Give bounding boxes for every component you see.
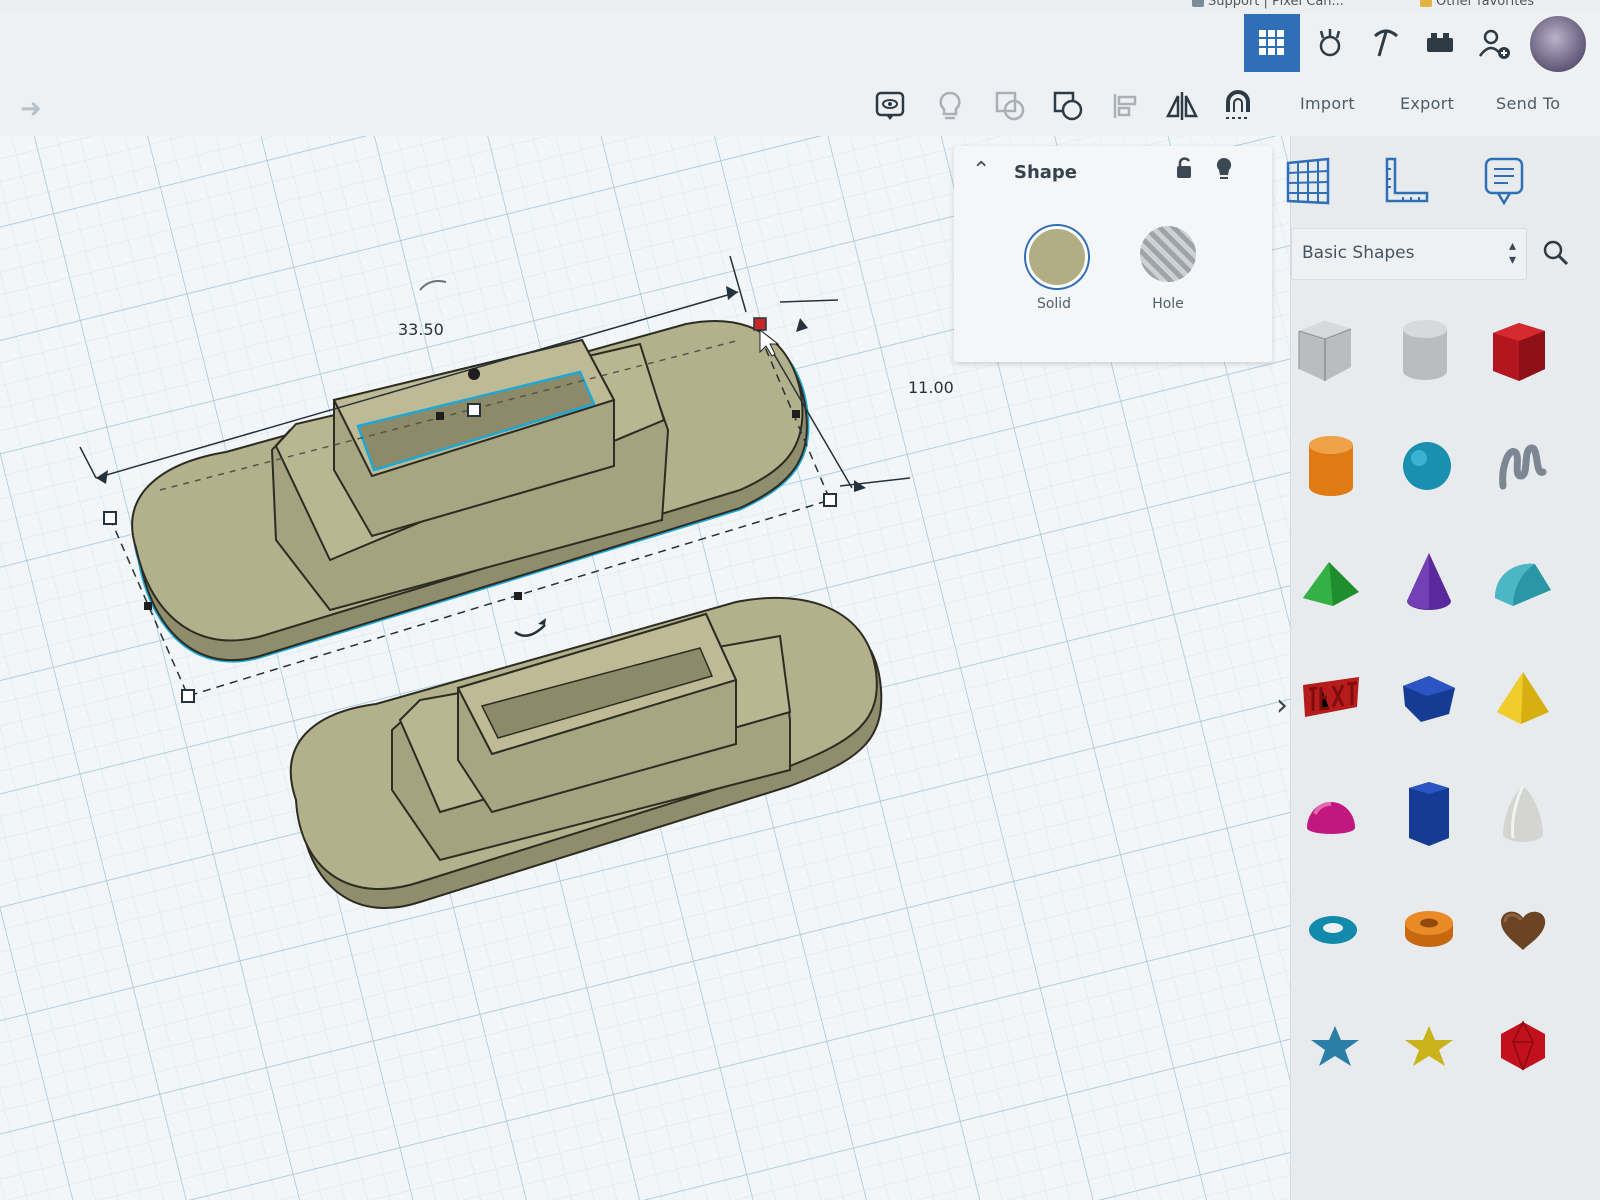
half-cylinder-shape[interactable]	[1387, 656, 1471, 740]
width-dimension-label[interactable]: 11.00	[908, 378, 954, 397]
solid-color-swatch[interactable]	[1026, 226, 1088, 288]
send-to-button[interactable]: Send To	[1496, 94, 1560, 113]
shape-library-select[interactable]: Basic Shapes ▴ ▾	[1291, 228, 1527, 280]
export-button[interactable]: Export	[1400, 94, 1454, 113]
mirror-icon[interactable]	[1160, 84, 1204, 128]
folder-icon	[1420, 0, 1432, 7]
cruise-icon[interactable]	[1216, 84, 1260, 128]
bookmark-folder[interactable]: Other favorites	[1420, 0, 1534, 9]
note-icon[interactable]	[868, 84, 912, 128]
cylinder-hole-shape[interactable]	[1383, 308, 1467, 392]
torus-shape[interactable]	[1291, 888, 1375, 972]
box-hole-shape[interactable]	[1283, 308, 1367, 392]
ruler-icon[interactable]	[1371, 146, 1441, 216]
app-topbar	[0, 14, 1600, 81]
select-arrows-icon: ▴ ▾	[1508, 238, 1516, 268]
inspector-title: Shape	[1014, 162, 1078, 183]
chevron-right-icon[interactable]: ›	[1276, 688, 1288, 723]
import-button[interactable]: Import	[1300, 94, 1355, 113]
ungroup-icon[interactable]	[1046, 84, 1090, 128]
polygon-shape[interactable]	[1387, 772, 1471, 856]
lightbulb-icon[interactable]	[1214, 156, 1234, 186]
bookmark-label: Support | Pixel Can...	[1208, 0, 1344, 9]
shape-inspector: ⌃ Shape Solid Hole	[954, 146, 1272, 362]
align-icon[interactable]	[1104, 84, 1148, 128]
lock-icon[interactable]	[1174, 156, 1194, 184]
bricks-icon[interactable]	[1412, 14, 1468, 72]
search-icon[interactable]	[1531, 228, 1581, 278]
pyramid-shape[interactable]	[1481, 656, 1565, 740]
bookmark-item[interactable]: Support | Pixel Can...	[1192, 0, 1344, 9]
add-user-icon[interactable]	[1466, 14, 1522, 72]
pickaxe-icon[interactable]	[1358, 14, 1414, 72]
grid-view-icon[interactable]	[1244, 14, 1300, 72]
hole-label: Hole	[1152, 296, 1184, 312]
cylinder-shape[interactable]	[1289, 424, 1373, 508]
hole-swatch[interactable]	[1140, 226, 1196, 282]
round-roof-shape[interactable]	[1481, 540, 1565, 624]
icosahedron-shape[interactable]	[1481, 1004, 1565, 1088]
show-all-icon[interactable]	[928, 84, 972, 128]
shapes-panel: Basic Shapes ▴ ▾	[1286, 136, 1600, 1200]
editor-toolbar: ➜ Import Export Send To	[0, 80, 1600, 136]
workplane-grid-icon[interactable]	[1273, 146, 1343, 216]
bookmarks-bar: Support | Pixel Can... Other favorites	[0, 0, 1600, 14]
half-sphere-shape[interactable]	[1289, 772, 1373, 856]
text-shape[interactable]	[1289, 656, 1373, 740]
tinkercad-blocks-icon[interactable]	[1302, 14, 1358, 72]
roof-shape[interactable]	[1289, 540, 1373, 624]
paraboloid-shape[interactable]	[1481, 772, 1565, 856]
cone-shape[interactable]	[1387, 540, 1471, 624]
tube-shape[interactable]	[1387, 888, 1471, 972]
star-shape[interactable]	[1293, 1004, 1377, 1088]
notes-icon[interactable]	[1469, 146, 1539, 216]
bookmark-label: Other favorites	[1436, 0, 1535, 9]
user-avatar[interactable]	[1528, 14, 1588, 74]
group-icon[interactable]	[988, 84, 1032, 128]
solid-label: Solid	[1036, 296, 1072, 312]
bookmark-icon	[1192, 0, 1204, 7]
star-yellow-shape[interactable]	[1387, 1004, 1471, 1088]
chevron-up-icon[interactable]: ⌃	[972, 158, 990, 183]
scribble-shape[interactable]	[1481, 424, 1565, 508]
sphere-shape[interactable]	[1385, 424, 1469, 508]
length-dimension-label[interactable]: 33.50	[398, 320, 444, 339]
heart-shape[interactable]	[1481, 888, 1565, 972]
redo-icon[interactable]: ➜	[20, 94, 42, 124]
shape-library-label: Basic Shapes	[1302, 243, 1415, 263]
box-shape[interactable]	[1477, 308, 1561, 392]
